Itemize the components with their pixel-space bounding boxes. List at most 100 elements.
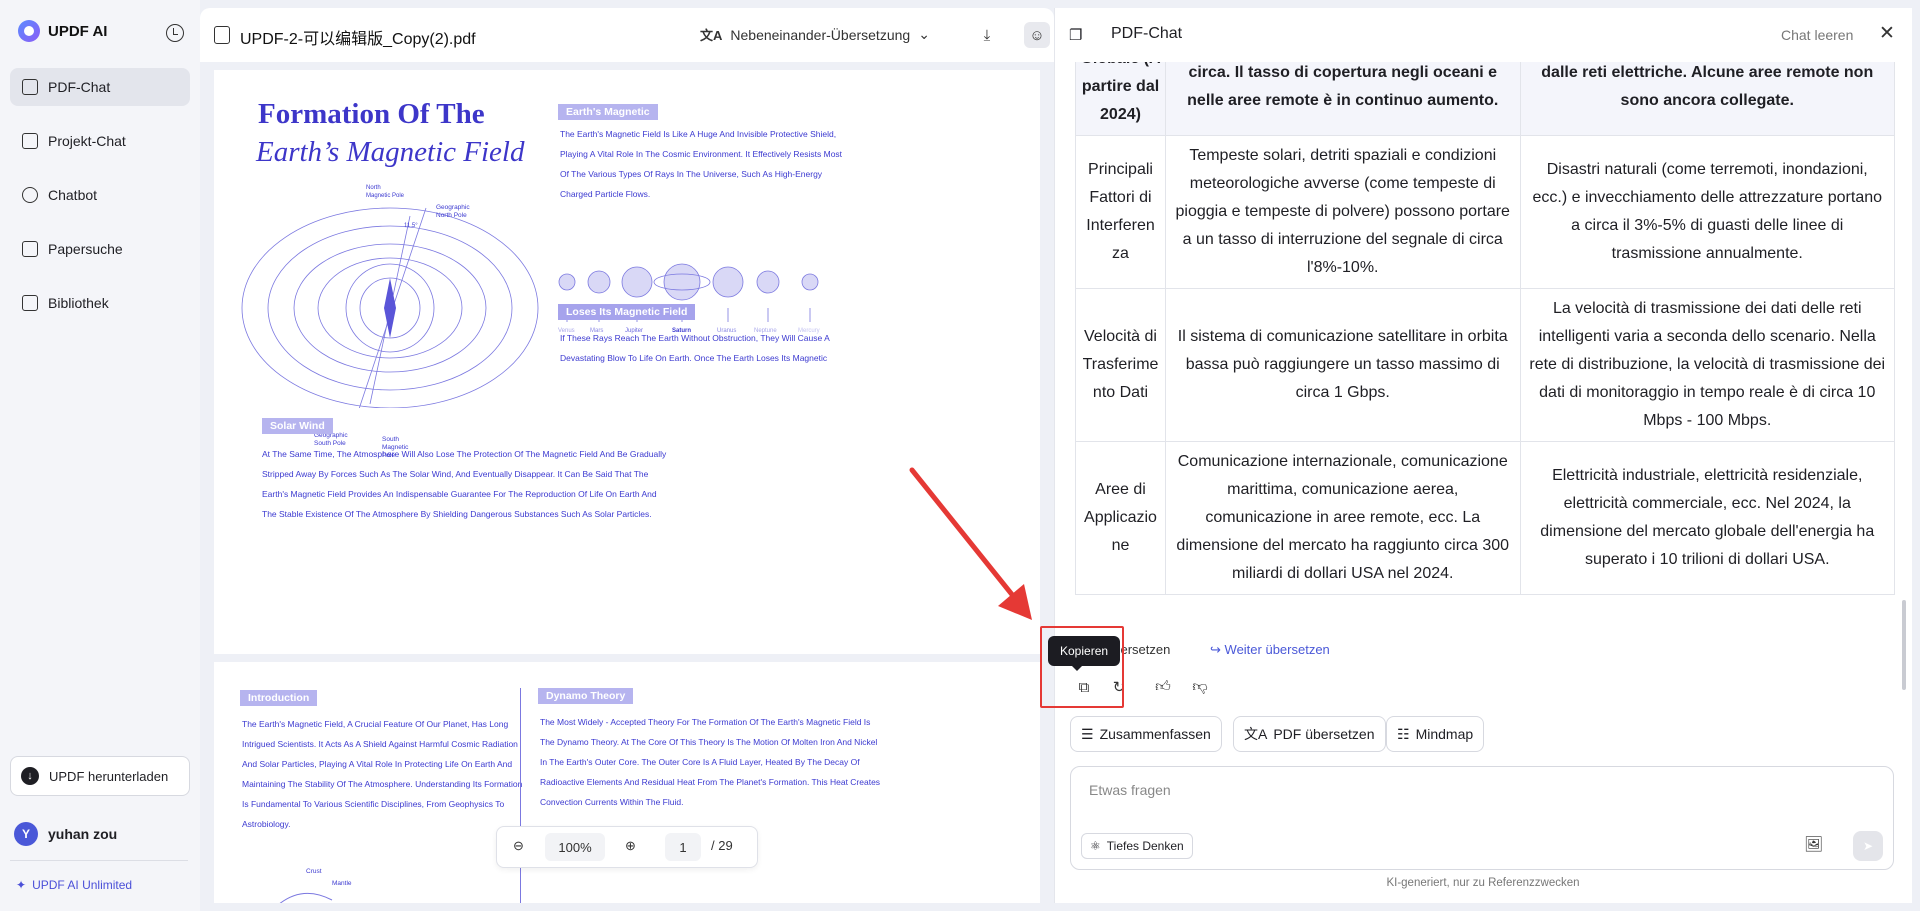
- chat-scrollbar[interactable]: [1902, 600, 1906, 690]
- zoom-out-icon[interactable]: ⊖: [513, 838, 524, 854]
- avatar: Y: [14, 822, 38, 846]
- user-name: yuhan zou: [48, 826, 118, 842]
- table-cell: La velocità di trasmissione dei dati del…: [1519, 288, 1895, 442]
- plan-link[interactable]: ✦ UPDF AI Unlimited: [16, 878, 132, 892]
- loses-magnetic-tag: Loses Its Magnetic Field: [558, 304, 696, 320]
- table-cell: Il sistema di comunicazione satellitare …: [1164, 288, 1521, 442]
- loses-text-block: If These Rays Reach The Earth Without Ob…: [560, 333, 830, 363]
- atom-icon: ⚛: [1090, 839, 1101, 853]
- table-cell: Disastri naturali (come terremoti, inond…: [1519, 135, 1895, 289]
- download-document-icon[interactable]: ⤓: [974, 22, 1000, 48]
- zoom-level[interactable]: 100%: [545, 833, 605, 861]
- sidebar-item-chatbot[interactable]: Chatbot: [10, 176, 190, 214]
- sidebar-item-papersuche[interactable]: Papersuche: [10, 230, 190, 268]
- table-cell: Comunicazione internazionale, comunicazi…: [1164, 441, 1521, 595]
- introduction-tag: Introduction: [240, 690, 318, 706]
- table-cell: circa. Il tasso di copertura negli ocean…: [1164, 62, 1521, 136]
- send-button[interactable]: ➤: [1853, 831, 1883, 861]
- document-header: UPDF-2-可以编辑版_Copy(2).pdf 文A Nebeneinande…: [200, 8, 1054, 62]
- continue-translate-link[interactable]: ↪ Weiter übersetzen: [1210, 642, 1330, 658]
- chat-input[interactable]: [1087, 781, 1867, 799]
- introduction-text: The Earth's Magnetic Field, A Crucial Fe…: [242, 719, 523, 829]
- sidebar-item-projekt-chat[interactable]: Projekt-Chat: [10, 122, 190, 160]
- page-title-line1: Formation Of The: [258, 98, 485, 130]
- history-icon[interactable]: [166, 24, 184, 42]
- pdf-file-icon: [214, 26, 230, 44]
- highlight-box: [1040, 626, 1124, 708]
- translation-mode-dropdown[interactable]: 文A Nebeneinander-Übersetzung ⌄: [700, 25, 930, 44]
- solar-wind-text: At The Same Time, The Atmosphere Will Al…: [262, 449, 667, 519]
- clear-chat-button[interactable]: Chat leeren: [1781, 27, 1853, 43]
- brand[interactable]: UPDF AI: [18, 20, 107, 42]
- chatbot-icon: [22, 187, 38, 203]
- dynamo-theory-text: The Most Widely - Accepted Theory For Th…: [540, 717, 881, 807]
- earth-layers-diagram: [279, 892, 333, 903]
- earths-magnetic-tag: Earth's Magnetic: [558, 104, 658, 120]
- solar-wind-tag: Solar Wind: [262, 418, 333, 434]
- download-updf-button[interactable]: ↓ UPDF herunterladen: [10, 756, 190, 796]
- red-arrow-annotation: [909, 467, 1032, 620]
- dynamo-theory-tag: Dynamo Theory: [538, 688, 634, 704]
- north-magnetic-label: North Magnetic Pole: [366, 185, 405, 199]
- table-cell: Globale (A partire dal 2024): [1075, 62, 1166, 136]
- sidebar-item-label: Bibliothek: [48, 295, 109, 311]
- sidebar-item-pdf-chat[interactable]: PDF-Chat: [10, 68, 190, 106]
- angle-label: 11.5°: [404, 223, 418, 229]
- table-cell: Tempeste solari, detriti spaziali e cond…: [1164, 135, 1521, 289]
- updf-logo-icon: [18, 20, 40, 42]
- plan-label: UPDF AI Unlimited: [32, 878, 133, 892]
- summarize-button[interactable]: ☰ Zusammenfassen: [1070, 716, 1222, 752]
- table-cell: Aree di Applicazio ne: [1075, 441, 1166, 595]
- user-profile[interactable]: Y yuhan zou: [14, 822, 117, 846]
- table-cell: Principali Fattori di Interferen za: [1075, 135, 1166, 289]
- mindmap-button[interactable]: ☷ Mindmap: [1386, 716, 1485, 752]
- magnetic-field-diagram: [241, 207, 539, 408]
- table-row: Globale (A partire dal 2024)circa. Il ta…: [1075, 62, 1895, 136]
- zoom-toolbar: ⊖ 100% ⊕ 1 / 29: [496, 826, 758, 868]
- divider: [10, 860, 188, 861]
- zoom-in-icon[interactable]: ⊕: [625, 838, 636, 854]
- image-upload-icon[interactable]: 🖼︎: [1804, 835, 1823, 853]
- sidebar-item-label: PDF-Chat: [48, 79, 111, 95]
- folder-icon: [22, 133, 38, 149]
- table-cell: Elettricità industriale, elettricità res…: [1519, 441, 1895, 595]
- sidebar-item-label: Projekt-Chat: [48, 133, 126, 149]
- deep-think-toggle[interactable]: ⚛ Tiefes Denken: [1081, 833, 1193, 859]
- ai-chat-toggle-icon[interactable]: ☺: [1024, 22, 1050, 48]
- translate-pdf-button[interactable]: 文A PDF übersetzen: [1233, 716, 1386, 752]
- table-row: Velocità di Trasferime nto Dati Il sistem…: [1075, 288, 1895, 442]
- page-title-line2: Earth’s Magnetic Field: [256, 136, 525, 168]
- geographic-north-label: Geographic North Pole: [436, 204, 470, 219]
- thumbs-up-icon[interactable]: 👍︎: [1152, 676, 1174, 698]
- sparkle-icon: ✦: [16, 878, 27, 892]
- sidebar-item-label: Papersuche: [48, 241, 123, 257]
- comparison-table: Globale (A partire dal 2024)circa. Il ta…: [1075, 62, 1895, 595]
- summarize-icon: ☰: [1081, 725, 1094, 742]
- paper-search-icon: [22, 241, 38, 257]
- earths-magnetic-text: The Earth's Magnetic Field Is Like A Hug…: [560, 129, 843, 199]
- pdf-chat-icon: [22, 79, 38, 95]
- translate-icon: 文A: [700, 28, 723, 43]
- translation-mode-label: Nebeneinander-Übersetzung: [730, 26, 911, 43]
- chat-input-box: ⚛ Tiefes Denken 🖼︎ ➤: [1070, 766, 1894, 870]
- download-label: UPDF herunterladen: [49, 768, 169, 784]
- table-cell: dalle reti elettriche. Alcune aree remot…: [1519, 62, 1895, 136]
- sidebar-item-bibliothek[interactable]: Bibliothek: [10, 284, 190, 322]
- close-icon[interactable]: ✕: [1879, 22, 1895, 45]
- document-title: UPDF-2-可以编辑版_Copy(2).pdf: [240, 31, 476, 48]
- library-icon: [22, 295, 38, 311]
- crust-label: Crust: [306, 868, 322, 875]
- mindmap-icon: ☷: [1397, 725, 1410, 742]
- page-number-input[interactable]: 1: [665, 833, 701, 861]
- ai-disclaimer: KI-generiert, nur zu Referenzzwecken: [1386, 877, 1580, 889]
- thumbs-down-icon[interactable]: 👎︎: [1189, 676, 1211, 698]
- total-pages: / 29: [711, 838, 733, 853]
- table-cell: Velocità di Trasferime nto Dati: [1075, 288, 1166, 442]
- mantle-label: Mantle: [332, 880, 352, 887]
- column-divider: [520, 688, 521, 903]
- table-row: Aree di Applicazio ne Comunicazione inter…: [1075, 441, 1895, 595]
- book-icon[interactable]: ❐: [1069, 26, 1082, 44]
- brand-name: UPDF AI: [48, 22, 108, 40]
- chat-header: ❐ PDF-Chat Chat leeren ✕: [1054, 8, 1912, 62]
- sidebar-item-label: Chatbot: [48, 187, 98, 203]
